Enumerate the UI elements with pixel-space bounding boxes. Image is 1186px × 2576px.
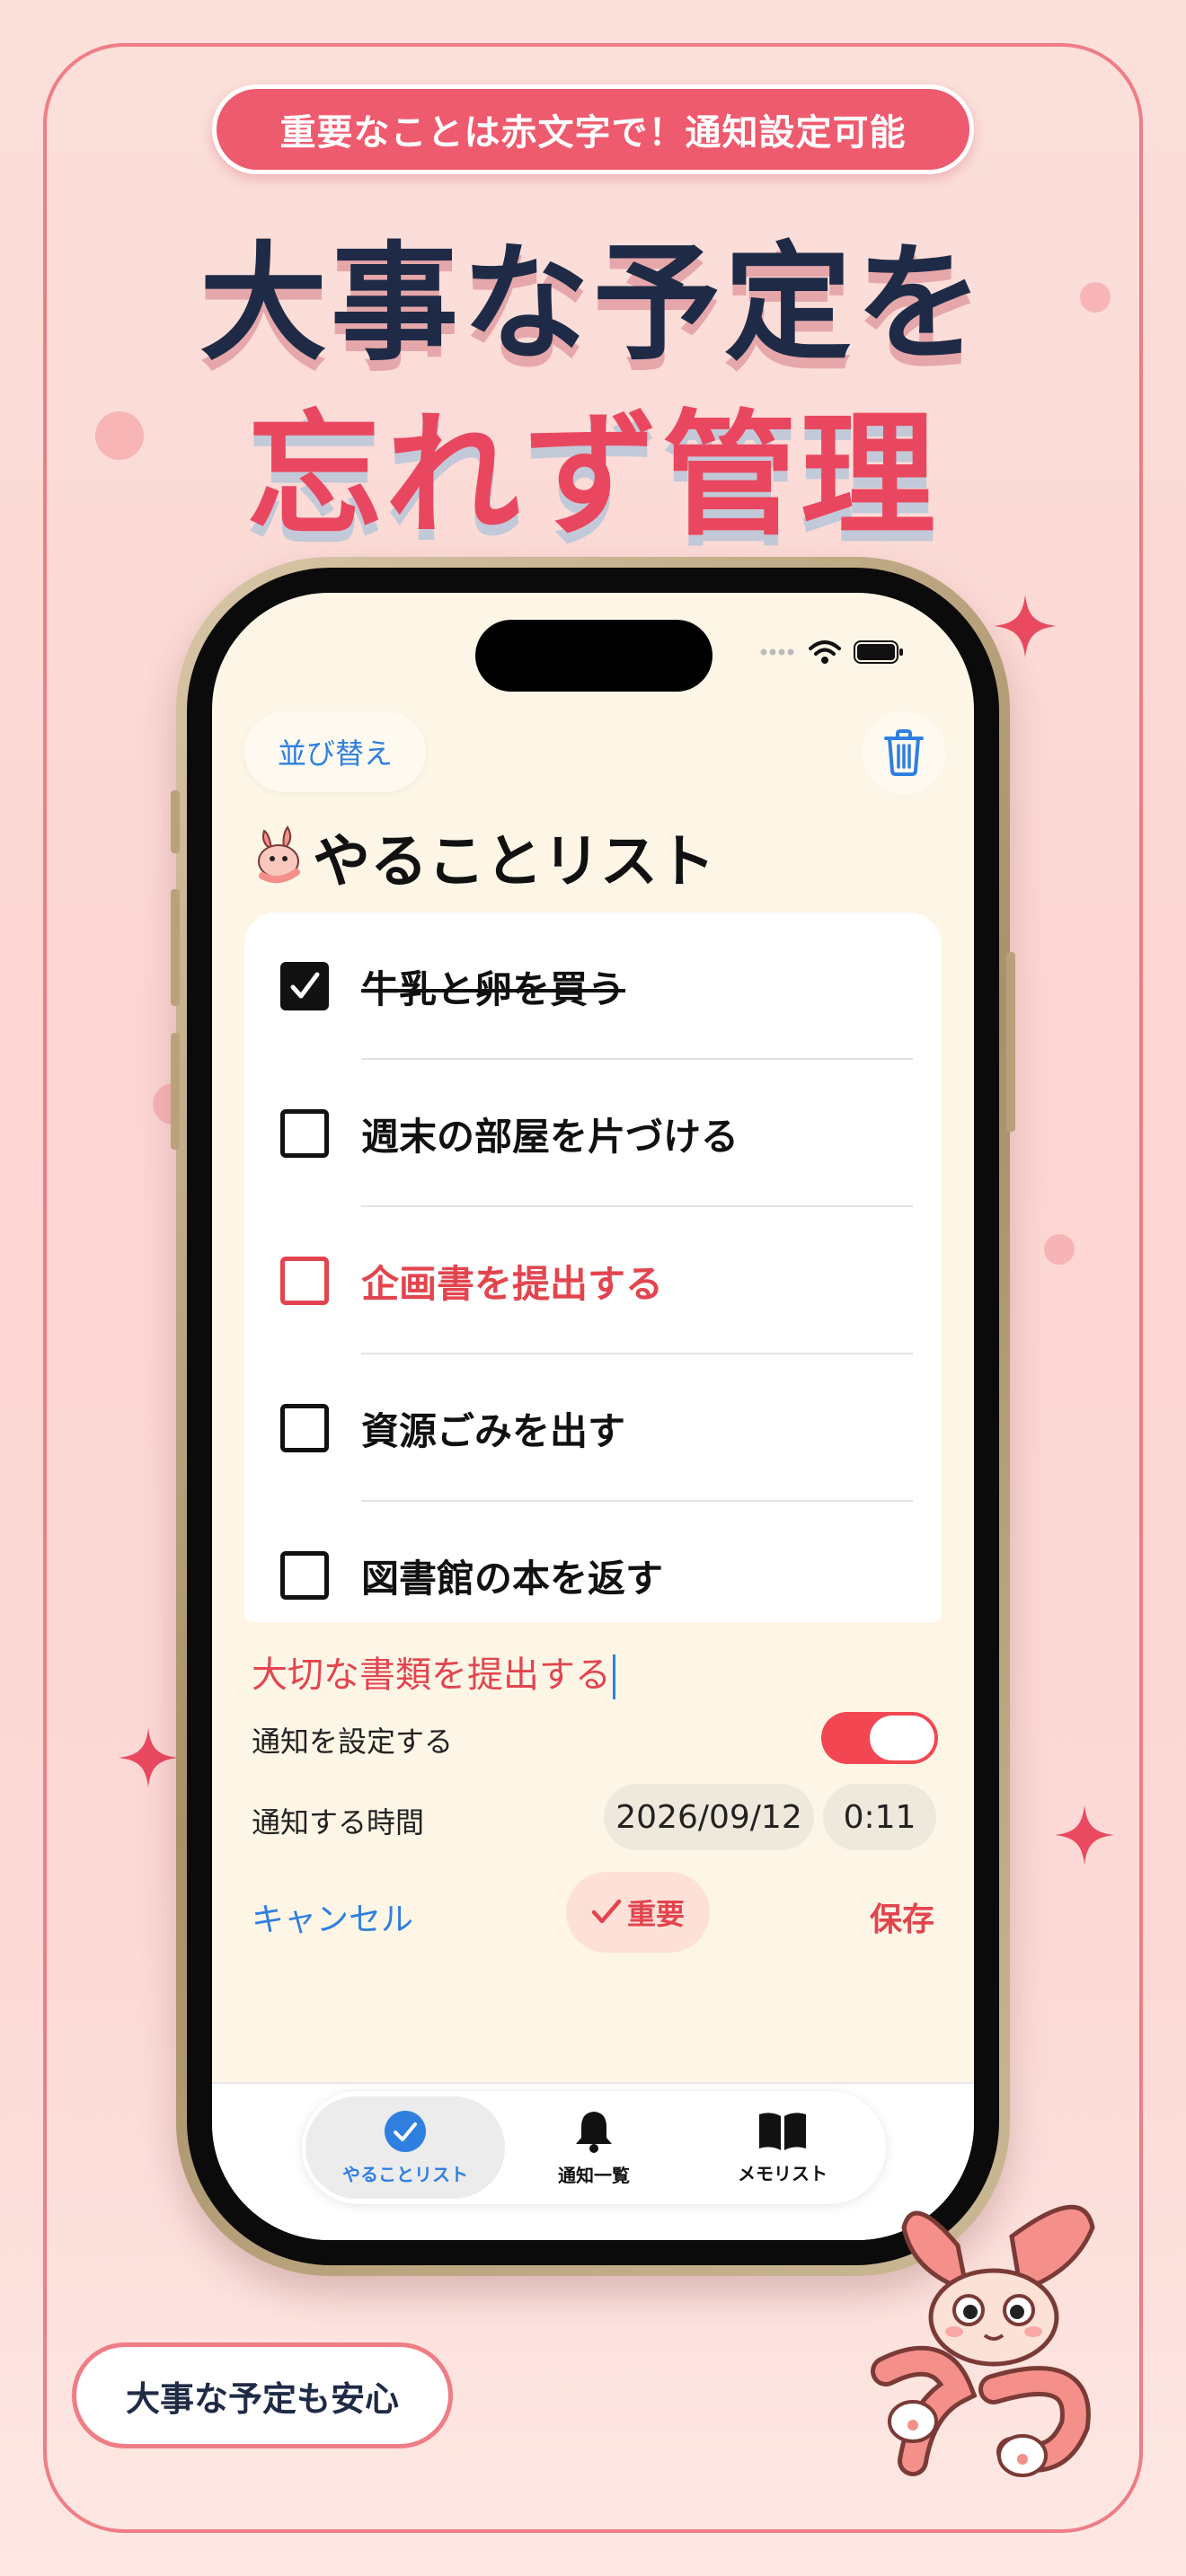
task-row[interactable]: 企画書を提出する <box>244 1207 942 1354</box>
headline-line-1: 大事な予定を <box>199 230 987 378</box>
checkbox[interactable] <box>280 1551 329 1600</box>
phone-button <box>171 1033 180 1150</box>
tab-memo-list[interactable]: メモリスト <box>683 2096 882 2199</box>
date-picker[interactable]: 2026/09/12 <box>604 1784 814 1850</box>
save-button[interactable]: 保存 <box>870 1893 934 1940</box>
task-input[interactable]: 大切な書類を提出する <box>252 1645 615 1699</box>
checkbox[interactable] <box>280 1404 329 1452</box>
task-label: 資源ごみを出す <box>361 1408 626 1453</box>
tagline-badge: 重要なことは赤文字で！通知設定可能 <box>212 84 974 174</box>
headline-line-2: 忘れず管理 <box>246 398 939 554</box>
decor-dot <box>1080 282 1111 313</box>
task-label-important: 企画書を提出する <box>361 1261 664 1306</box>
notify-time-label: 通知する時間 <box>252 1805 425 1839</box>
text-caret <box>613 1654 615 1699</box>
tab-bar-pill: やることリスト 通知一覧 メモリスト <box>302 2091 886 2204</box>
delete-button[interactable] <box>863 711 945 794</box>
rabbit-logo-icon <box>258 825 300 884</box>
decor-dot <box>1044 1234 1075 1265</box>
sparkle-icon <box>994 595 1057 657</box>
task-row[interactable]: 図書館の本を返す <box>244 1502 942 1622</box>
phone-button <box>1006 952 1015 1132</box>
checkmark-icon <box>591 1899 622 1924</box>
reassurance-badge: 大事な予定も安心 <box>72 2342 453 2448</box>
toggle-knob <box>870 1716 934 1760</box>
checkbox[interactable] <box>280 1109 329 1158</box>
time-picker[interactable]: 0:11 <box>823 1784 936 1850</box>
phone-screen: 並び替え やることリスト 牛乳と卵を買う 週末の部屋を片づける 企画書を提出する… <box>212 593 974 2240</box>
notify-label: 通知を設定する <box>252 1725 454 1759</box>
dynamic-island <box>475 620 712 692</box>
sort-button[interactable]: 並び替え <box>244 711 426 792</box>
checkmark-icon <box>290 972 320 999</box>
rabbit-mascot-icon <box>871 2204 1095 2477</box>
important-label: 重要 <box>626 1897 685 1931</box>
decor-dot <box>95 411 144 460</box>
signal-icon <box>760 648 794 656</box>
wifi-icon <box>809 640 841 664</box>
notify-toggle[interactable] <box>821 1712 938 1764</box>
sparkle-icon <box>1055 1805 1114 1865</box>
task-row[interactable]: 牛乳と卵を買う <box>244 913 942 1060</box>
task-input-value: 大切な書類を提出する <box>252 1654 611 1696</box>
checkbox-checked[interactable] <box>280 962 329 1010</box>
tab-label: やることリスト <box>342 2163 468 2185</box>
task-row[interactable]: 資源ごみを出す <box>244 1354 942 1502</box>
book-icon <box>759 2112 806 2150</box>
task-label: 牛乳と卵を買う <box>361 966 626 1011</box>
tab-label: メモリスト <box>738 2162 828 2184</box>
phone-button <box>171 790 180 853</box>
trash-icon <box>884 729 924 776</box>
task-row[interactable]: 週末の部屋を片づける <box>244 1060 942 1207</box>
bell-icon <box>576 2111 612 2153</box>
tab-todo-list[interactable]: やることリスト <box>305 2096 505 2199</box>
tab-notifications[interactable]: 通知一覧 <box>494 2096 694 2199</box>
task-label: 図書館の本を返す <box>361 1556 664 1601</box>
tab-label: 通知一覧 <box>558 2164 630 2186</box>
page-title-text: やることリスト <box>313 829 715 895</box>
important-button[interactable]: 重要 <box>566 1872 710 1953</box>
checkbox-important[interactable] <box>280 1257 329 1305</box>
phone-button <box>171 889 180 1006</box>
page-title: やることリスト <box>252 819 715 895</box>
sparkle-icon <box>119 1728 178 1787</box>
battery-icon <box>854 640 903 664</box>
cancel-button[interactable]: キャンセル <box>252 1893 413 1940</box>
checkmark-circle-icon <box>385 2110 426 2152</box>
task-label: 週末の部屋を片づける <box>361 1114 739 1159</box>
status-bar <box>760 640 904 665</box>
task-list: 牛乳と卵を買う 週末の部屋を片づける 企画書を提出する 資源ごみを出す 図書館の… <box>244 913 942 1622</box>
